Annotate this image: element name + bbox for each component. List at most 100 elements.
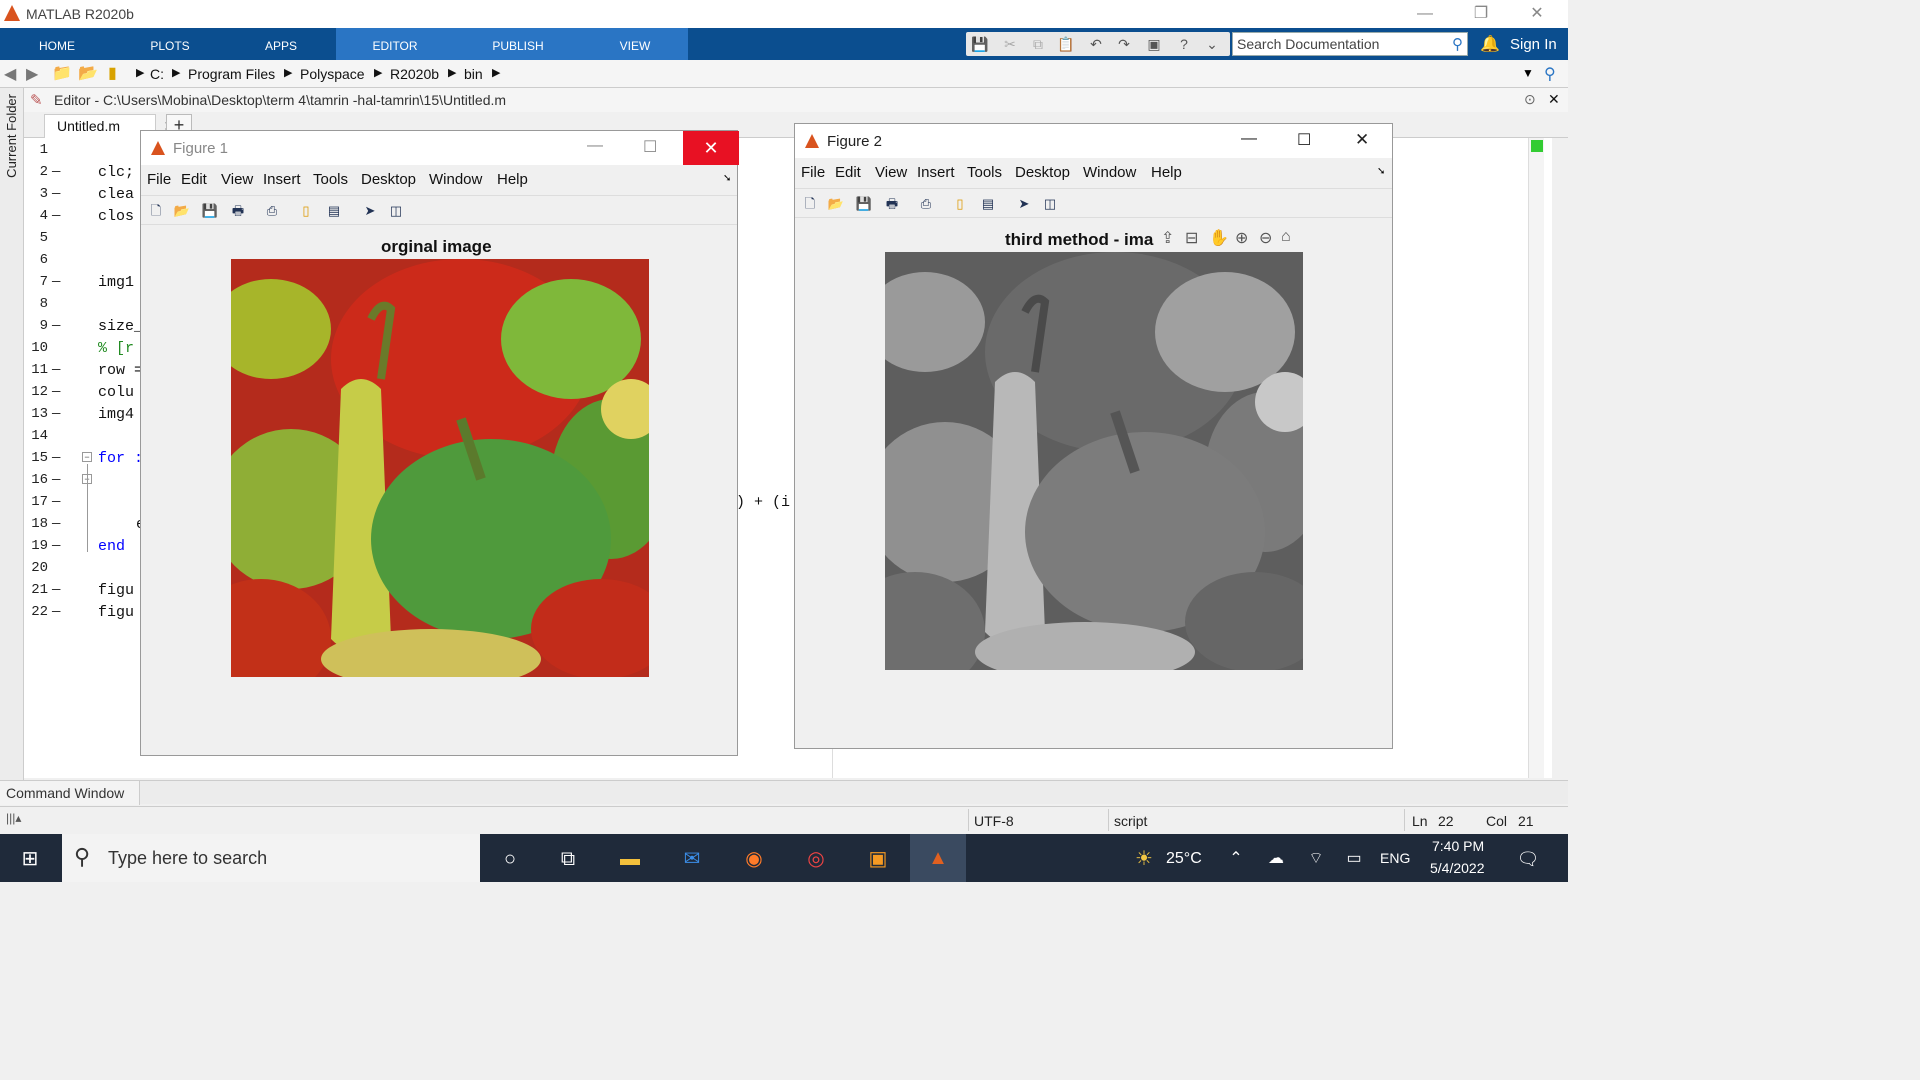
colorbar-icon[interactable]: ▯ [949,193,971,215]
menu-file[interactable]: File [147,171,171,188]
tab-editor[interactable]: EDITOR [336,28,454,60]
redo-icon[interactable]: ↷ [1112,34,1136,54]
menu-tools[interactable]: Tools [967,164,1002,181]
tab-view[interactable]: VIEW [582,28,688,60]
browse-folder-icon[interactable]: 📂 [78,63,98,83]
breakpoint-marker[interactable]: — [52,494,60,510]
figure-2-maximize-button[interactable]: ☐ [1297,130,1311,150]
editor-options-icon[interactable]: ⊙ [1524,91,1536,108]
figure-1-minimize-button[interactable]: — [587,137,603,155]
legend-icon[interactable]: ▤ [977,193,999,215]
close-button[interactable]: ✕ [1522,4,1552,24]
menu-tools[interactable]: Tools [313,171,348,188]
minimize-button[interactable]: — [1410,4,1440,24]
breadcrumb-bin[interactable]: bin [464,66,483,82]
menu-edit[interactable]: Edit [181,171,207,188]
save-icon[interactable]: 💾 [199,200,221,222]
figure-2-minimize-button[interactable]: — [1241,130,1257,148]
breakpoint-marker[interactable]: — [52,604,60,620]
tab-plots[interactable]: PLOTS [114,28,226,60]
menu-desktop[interactable]: Desktop [1015,164,1070,181]
save-icon[interactable]: 💾 [853,193,875,215]
breakpoint-marker[interactable]: — [52,582,60,598]
menu-edit[interactable]: Edit [835,164,861,181]
cortana-icon[interactable]: ○ [490,844,530,874]
battery-icon[interactable]: ▭ [1334,844,1374,874]
zoom-out-icon[interactable]: ⊖ [1259,228,1272,248]
save-icon[interactable]: 💾 [968,34,992,54]
colorbar-icon[interactable]: ▯ [295,200,317,222]
menu-help[interactable]: Help [1151,164,1182,181]
dock-arrow-icon[interactable]: ➘ [723,173,731,184]
breadcrumb-polyspace[interactable]: Polyspace [300,66,365,82]
figure-2-close-button[interactable]: ✕ [1355,130,1369,150]
search-folder-icon[interactable]: ⚲ [1544,64,1556,84]
breadcrumb-program-files[interactable]: Program Files [188,66,275,82]
property-inspector-icon[interactable]: ◫ [1039,193,1061,215]
breakpoint-marker[interactable]: — [52,406,60,422]
current-folder-panel[interactable]: Current Folder [0,88,24,780]
figure-1-maximize-button[interactable]: ☐ [643,137,657,157]
notification-bell-icon[interactable]: 🔔 [1480,34,1500,54]
language-indicator[interactable]: ENG [1380,850,1410,866]
breakpoint-marker[interactable]: — [52,186,60,202]
menu-desktop[interactable]: Desktop [361,171,416,188]
new-figure-icon[interactable]: 🗋 [799,193,821,215]
figure-2-title-bar[interactable]: Figure 2 — ☐ ✕ [795,124,1392,158]
breadcrumb-c[interactable]: C: [150,66,164,82]
command-window-label[interactable]: Command Window [6,785,124,801]
breadcrumb-r2020b[interactable]: R2020b [390,66,439,82]
notifications-icon[interactable]: 🗨 [1508,844,1548,874]
taskbar-search-box[interactable]: ⚲ Type here to search [62,834,480,882]
weather-icon[interactable]: ☀ [1124,844,1164,874]
mail-icon[interactable]: ✉ [672,844,712,874]
show-hidden-icons[interactable]: ⌃ [1216,844,1256,874]
menu-window[interactable]: Window [1083,164,1136,181]
pan-icon[interactable]: ✋ [1209,228,1229,248]
breakpoint-marker[interactable]: — [52,384,60,400]
sign-in-link[interactable]: Sign In [1510,36,1557,53]
cut-icon[interactable]: ✂ [998,34,1022,54]
breakpoint-marker[interactable]: — [52,318,60,334]
firefox-icon[interactable]: ◉ [734,844,774,874]
pointer-icon[interactable]: ➤ [1013,193,1035,215]
menu-view[interactable]: View [221,171,253,188]
code-scrollbar[interactable] [1528,138,1544,778]
link-plot-icon[interactable]: ⎙ [915,193,937,215]
breakpoint-marker[interactable]: — [52,274,60,290]
help-icon[interactable]: ? [1172,34,1196,54]
open-icon[interactable]: 📂 [825,193,847,215]
print-icon[interactable]: 🖶 [227,200,249,222]
menu-insert[interactable]: Insert [263,171,301,188]
export-icon[interactable]: ⇪ [1161,228,1174,248]
tab-apps[interactable]: APPS [226,28,336,60]
matlab-taskbar-icon[interactable]: ▲ [910,834,966,882]
pdf-app-icon[interactable]: ▣ [858,844,898,874]
menu-view[interactable]: View [875,164,907,181]
task-view-icon[interactable]: ⧉ [548,844,588,874]
back-icon[interactable]: ◀ [4,64,16,84]
wifi-icon[interactable]: ⌔ [1296,844,1336,874]
figure-1-title-bar[interactable]: Figure 1 — ☐ ✕ [141,131,739,165]
print-icon[interactable]: 🖶 [881,193,903,215]
new-figure-icon[interactable]: 🗋 [145,200,167,222]
menu-window[interactable]: Window [429,171,482,188]
current-folder-label[interactable]: Current Folder [4,94,20,178]
tab-publish[interactable]: PUBLISH [454,28,582,60]
fold-toggle-icon[interactable]: − [82,452,92,462]
paste-icon[interactable]: 📋 [1054,34,1078,54]
chevron-down-icon[interactable]: ⌄ [1200,34,1224,54]
undo-icon[interactable]: ↶ [1084,34,1108,54]
code-analyzer-indicator[interactable] [1531,140,1543,152]
breakpoint-marker[interactable]: — [52,208,60,224]
figure-1-window[interactable]: Figure 1 — ☐ ✕ File Edit View Insert Too… [140,130,739,756]
menu-file[interactable]: File [801,164,825,181]
search-icon[interactable]: ⚲ [1452,35,1463,53]
chrome-icon[interactable]: ◎ [796,844,836,874]
address-dropdown-icon[interactable]: ▼ [1522,66,1534,80]
breakpoint-marker[interactable]: — [52,362,60,378]
menu-insert[interactable]: Insert [917,164,955,181]
open-icon[interactable]: 📂 [171,200,193,222]
figure-2-window[interactable]: Figure 2 — ☐ ✕ File Edit View Insert Too… [794,123,1393,749]
clock-date[interactable]: 5/4/2022 [1430,860,1485,876]
